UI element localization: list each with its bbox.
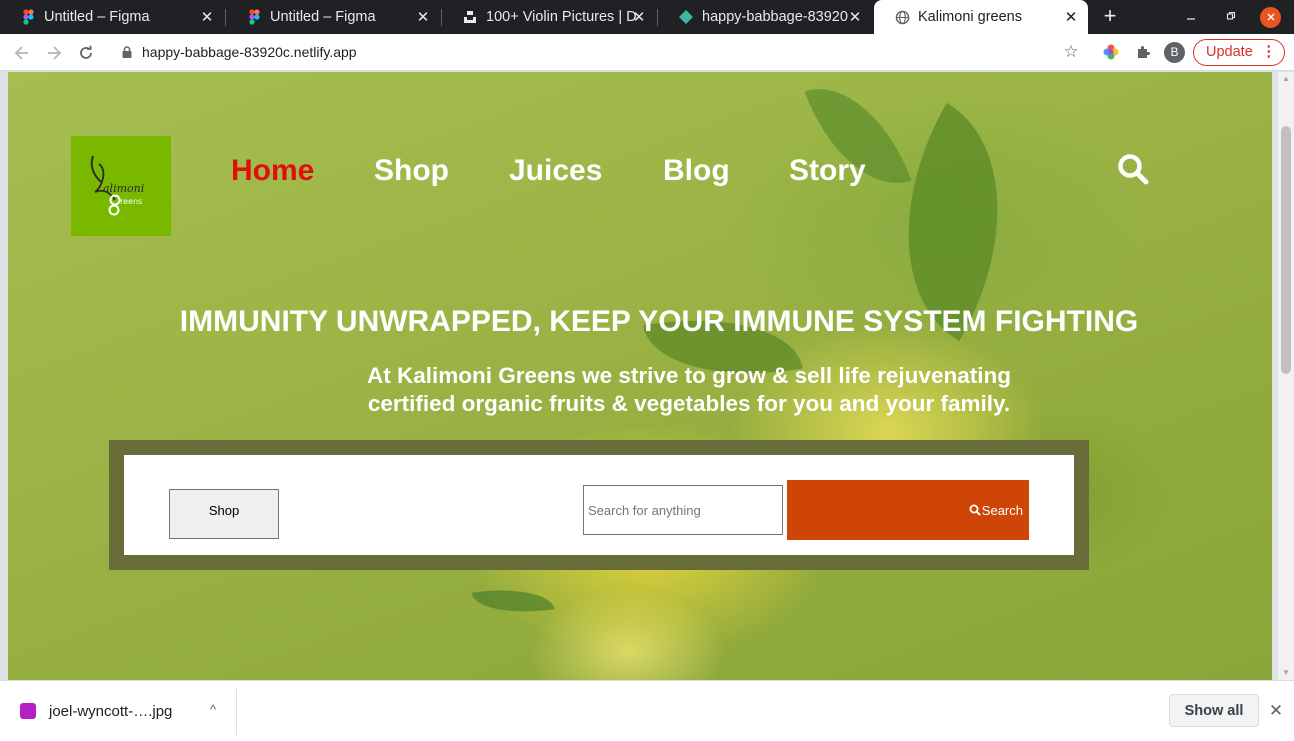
page-viewport: alimoni reens Home Shop Juices Blog Stor… bbox=[8, 72, 1272, 680]
search-button[interactable]: Search bbox=[787, 480, 1029, 540]
restore-window-button[interactable] bbox=[1221, 7, 1241, 27]
logo-word-2: reens bbox=[120, 197, 142, 206]
chevron-up-icon[interactable]: ^ bbox=[203, 700, 223, 720]
tab-title: Untitled – Figma bbox=[44, 9, 150, 25]
tab-strip: Untitled – Figma ✕ Untitled – Figma ✕ 10… bbox=[0, 0, 1294, 34]
search-button-icon bbox=[969, 504, 981, 516]
figma-icon bbox=[20, 9, 36, 25]
update-button[interactable]: Update ⋮ bbox=[1193, 39, 1285, 66]
search-button-label: Search bbox=[981, 502, 1023, 518]
reload-icon bbox=[80, 45, 92, 59]
show-all-button[interactable]: Show all bbox=[1169, 694, 1259, 727]
tab-close-icon[interactable]: ✕ bbox=[846, 8, 864, 26]
reload-button[interactable] bbox=[74, 41, 98, 65]
search-input[interactable] bbox=[583, 485, 783, 535]
update-label: Update bbox=[1206, 44, 1253, 60]
shop-button[interactable]: Shop bbox=[169, 489, 279, 539]
nav-juices[interactable]: Juices bbox=[509, 154, 602, 188]
logo-word-1: alimoni bbox=[103, 182, 144, 195]
scroll-up-arrow-icon[interactable]: ▲ bbox=[1281, 74, 1291, 84]
tab-violin-pictures[interactable]: 100+ Violin Pictures | D ✕ bbox=[442, 0, 656, 34]
color-extension-icon[interactable] bbox=[1100, 41, 1122, 63]
netlify-icon bbox=[678, 9, 694, 25]
nav-story[interactable]: Story bbox=[789, 154, 866, 188]
search-icon[interactable] bbox=[1116, 152, 1152, 188]
nav-home[interactable]: Home bbox=[231, 154, 314, 188]
page-scrollbar[interactable]: ▲ ▼ bbox=[1278, 72, 1294, 680]
bookmark-star-icon[interactable]: ☆ bbox=[1060, 41, 1082, 63]
search-panel: Shop Search bbox=[109, 440, 1089, 570]
kalimoni-logo-mark: alimoni reens bbox=[90, 155, 144, 216]
address-bar[interactable]: happy-babbage-83920c.netlify.app ☆ bbox=[108, 37, 1088, 67]
decorative-leaf bbox=[471, 581, 555, 621]
tab-close-icon[interactable]: ✕ bbox=[414, 8, 432, 26]
minimize-window-button[interactable] bbox=[1181, 7, 1201, 27]
hero-subtitle: At Kalimoni Greens we strive to grow & s… bbox=[268, 362, 1110, 418]
tab-close-icon[interactable]: ✕ bbox=[630, 8, 648, 26]
extensions-puzzle-icon[interactable] bbox=[1132, 41, 1154, 63]
scrollbar-thumb[interactable] bbox=[1281, 126, 1291, 374]
tab-close-icon[interactable]: ✕ bbox=[198, 8, 216, 26]
image-file-icon bbox=[20, 703, 36, 719]
download-file-name[interactable]: joel-wyncott-….jpg bbox=[49, 703, 172, 720]
globe-icon bbox=[894, 9, 910, 25]
hero-subtitle-line-2: certified organic fruits & vegetables fo… bbox=[367, 391, 1011, 416]
url-text: happy-babbage-83920c.netlify.app bbox=[142, 44, 357, 60]
profile-avatar[interactable]: B bbox=[1164, 42, 1185, 63]
tab-kalimoni-greens[interactable]: Kalimoni greens ✕ bbox=[874, 0, 1088, 34]
tab-figma-1[interactable]: Untitled – Figma ✕ bbox=[0, 0, 224, 34]
hero-subtitle-line-1: At Kalimoni Greens we strive to grow & s… bbox=[367, 363, 1011, 388]
lock-icon bbox=[122, 46, 132, 58]
back-arrow-icon bbox=[14, 46, 28, 60]
divider bbox=[236, 689, 237, 735]
forward-button[interactable] bbox=[42, 41, 66, 65]
tab-netlify[interactable]: happy-babbage-83920 ✕ bbox=[658, 0, 872, 34]
tab-close-icon[interactable]: ✕ bbox=[1062, 8, 1080, 26]
figma-icon bbox=[246, 9, 262, 25]
nav-shop[interactable]: Shop bbox=[374, 154, 449, 188]
unsplash-icon bbox=[462, 9, 478, 25]
nav-blog[interactable]: Blog bbox=[663, 154, 730, 188]
hero-headline: IMMUNITY UNWRAPPED, KEEP YOUR IMMUNE SYS… bbox=[179, 305, 1139, 338]
scroll-down-arrow-icon[interactable]: ▼ bbox=[1281, 668, 1291, 678]
new-tab-button[interactable]: + bbox=[1098, 5, 1122, 29]
forward-arrow-icon bbox=[48, 46, 62, 60]
search-panel-inner: Shop Search bbox=[124, 455, 1074, 555]
back-button[interactable] bbox=[10, 41, 34, 65]
tab-figma-2[interactable]: Untitled – Figma ✕ bbox=[226, 0, 440, 34]
menu-dots-icon: ⋮ bbox=[1261, 44, 1277, 60]
close-window-button[interactable] bbox=[1260, 7, 1281, 28]
download-shelf: joel-wyncott-….jpg ^ Show all ✕ bbox=[0, 680, 1294, 741]
site-logo[interactable]: alimoni reens bbox=[71, 136, 171, 236]
close-shelf-icon[interactable]: ✕ bbox=[1266, 701, 1286, 721]
